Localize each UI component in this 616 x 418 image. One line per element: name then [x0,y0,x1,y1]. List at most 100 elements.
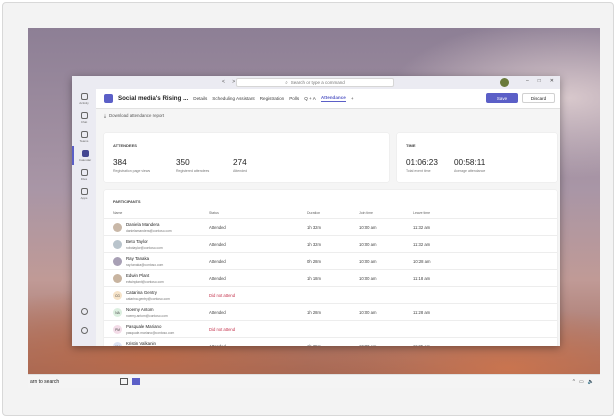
tab-attendance[interactable]: Attendance [320,95,346,102]
participant-email: edwinplant@contoso.com [126,280,164,284]
meeting-header: Social media's Rising ... Details Schedu… [96,89,560,109]
files-icon [80,168,88,176]
search-placeholder: Search or type a command [290,80,345,85]
save-button[interactable]: Save [486,93,518,103]
table-row[interactable]: NA Noemy Antom noemy.antom@contoso.com Atte… [104,303,557,320]
stat-label: Registered attendees [176,169,210,173]
table-row[interactable]: KVKristin Valkaninkristinvalkanin@contos… [104,337,557,346]
tab-registration[interactable]: Registration [260,96,285,101]
duration-cell: 1h 18m [307,276,321,281]
help-button[interactable] [72,302,96,321]
join-time-cell: 10:00 am [359,225,377,230]
bell-icon [80,92,88,100]
avatar: NA [113,308,122,317]
tab-scheduling-assistant[interactable]: Scheduling Assistant [212,96,254,101]
table-row[interactable]: Edwin Plant edwinplant@contoso.com Attende… [104,269,557,286]
user-avatar[interactable] [500,78,509,87]
participant-email: pasquale.mariano@contoso.com [126,331,175,335]
duration-cell: 0h 28m [307,259,321,264]
add-tab-button[interactable]: + [351,96,354,101]
rail-item-calendar[interactable]: Calendar [72,146,96,165]
calendar-meeting-icon [104,94,113,103]
table-row[interactable]: PM Pasquale Mariano pasquale.mariano@conto… [104,320,557,337]
leave-time-cell: 11:32 am [413,242,431,247]
column-header-name[interactable]: Name [113,211,122,215]
leave-time-cell: 11:25 am [413,344,430,346]
column-header-leave-time[interactable]: Leave time [413,211,430,215]
gear-icon [80,326,88,334]
rail-item-activity[interactable]: Activity [72,89,96,108]
participant-email: noemy.antom@contoso.com [126,314,168,318]
attendees-heading: ATTENDEES [113,143,137,148]
tray-chevron-icon[interactable]: ^ [573,379,575,385]
taskbar: arn to search ^ ▭ 🔈 [28,374,600,388]
title-bar: < > ⌕ Search or type a command – □ ✕ [72,76,560,89]
avatar [113,240,122,249]
participant-name: Beto Taylor [126,239,148,244]
status-cell: Attended [209,259,226,264]
join-time-cell: 10:00 am [359,276,377,281]
taskbar-search[interactable]: arn to search [30,379,110,385]
attendees-card: ATTENDEES 384 Registration page views 35… [104,133,389,182]
stat-label: Total event time [406,169,431,173]
time-heading: TIME [406,143,416,148]
table-row[interactable]: Beto Taylor robotaylor@contoso.com Attende… [104,235,557,252]
rail-item-teams[interactable]: Teams [72,127,96,146]
stat-label: Registration page views [113,169,151,173]
minimize-icon[interactable]: – [526,78,529,84]
rail-item-chat[interactable]: Chat [72,108,96,127]
discard-button[interactable]: Discard [522,93,555,103]
close-icon[interactable]: ✕ [550,78,554,84]
rail-item-apps[interactable]: Apps [72,184,96,203]
participant-name: Catarina Gentry [126,290,157,295]
table-row[interactable]: Daniela Mandera danielamandera@contoso.co… [104,218,557,235]
meeting-title: Social media's Rising ... [118,95,189,102]
column-header-duration[interactable]: Duration [307,211,320,215]
avatar [113,257,122,266]
rail-item-files[interactable]: Files [72,165,96,184]
join-time-cell: 10:00 am [359,259,377,264]
leave-time-cell: 11:18 am [413,276,431,281]
participant-email: danielamandera@contoso.com [126,229,172,233]
column-header-status[interactable]: Status [209,211,219,215]
stat-attended: 274 Attended [233,158,247,173]
tray-battery-icon[interactable]: ▭ [579,379,584,385]
participant-name: Daniela Mandera [126,222,160,227]
table-row[interactable]: Ray Tanaka ray.tanaka@contoso.com Attended… [104,252,557,269]
calendar-icon [81,149,89,157]
table-row[interactable]: CG Catarina Gentry catarina.gentry@contoso… [104,286,557,303]
status-cell: Attended [209,310,226,315]
status-cell: Attended [209,276,226,281]
participant-name: Ray Tanaka [126,256,150,261]
tab-polls[interactable]: Polls [289,96,299,101]
tab-qa[interactable]: Q + A [304,96,316,101]
participant-email: catarina.gentry@contoso.com [126,297,170,301]
rail-label: Activity [79,100,89,105]
duration-cell: 1h 32m [307,225,321,230]
teams-app-icon[interactable] [132,378,140,385]
settings-button[interactable] [72,321,96,340]
duration-cell: 1h 25m [307,344,321,346]
rail-label: Teams [79,138,89,143]
leave-time-cell: 11:32 am [413,225,431,230]
duration-cell: 1h 32m [307,242,321,247]
stat-value: 274 [233,158,247,167]
maximize-icon[interactable]: □ [538,78,541,84]
participant-name: Pasquale Mariano [126,324,162,329]
time-card: TIME 01:06:23 Total event time 00:58:11 … [397,133,557,182]
tab-details[interactable]: Details [193,96,207,101]
leave-time-cell: 11:28 am [413,310,431,315]
task-view-icon[interactable] [120,378,128,385]
download-report-link[interactable]: ⤓ Download attendance report [96,109,560,122]
participant-name: Kristin Valkanin [126,341,156,346]
main-content: Social media's Rising ... Details Schedu… [96,89,560,346]
column-header-join-time[interactable]: Join time [359,211,373,215]
avatar: PM [113,325,122,334]
search-input[interactable]: ⌕ Search or type a command [236,78,394,87]
rail-label: Apps [80,195,88,200]
stat-label: Average attendance [454,169,486,173]
join-time-cell: 10:00 am [359,310,377,315]
tray-volume-icon[interactable]: 🔈 [588,379,594,385]
system-tray: ^ ▭ 🔈 [573,379,594,385]
rail-label: Files [80,176,88,181]
